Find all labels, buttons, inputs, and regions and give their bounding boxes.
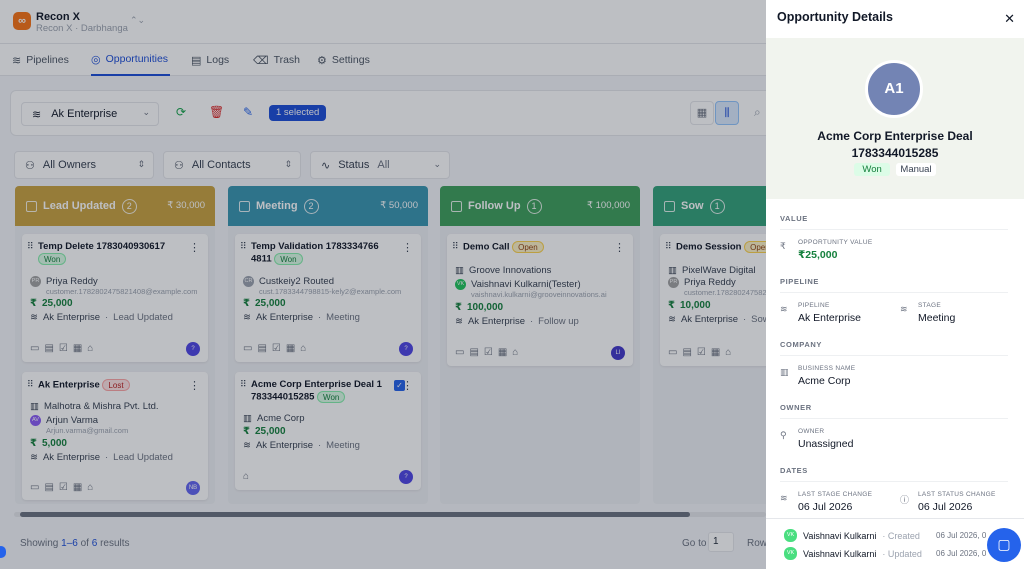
layers-icon: ≋ [900,304,908,314]
activity-action: · Created [882,530,920,541]
panel-title: Opportunity Details [777,10,893,24]
layers-icon: ≋ [780,493,788,503]
section-company: COMPANY [780,340,1008,356]
section-value: VALUE [780,214,1008,230]
close-icon[interactable]: ✕ [1004,11,1015,27]
activity-date: 06 Jul 2026, 0 [936,549,987,558]
activity-avatar: VK [784,547,797,560]
opportunity-tags: Won Manual [766,163,1024,176]
activity-log: VK Vaishnavi Kulkarni · Created 06 Jul 2… [766,518,1024,569]
field-label: OWNER [798,428,825,435]
activity-action: · Updated [882,548,922,559]
field-value: Meeting [918,312,956,324]
field-label: LAST STATUS CHANGE [918,491,996,498]
field-value: Acme Corp [798,375,851,387]
opportunity-name-line1: Acme Corp Enterprise Deal [817,129,973,143]
layers-icon: ≋ [780,304,788,314]
opportunity-details-panel: Opportunity Details ✕ A1 Acme Corp Enter… [766,0,1024,569]
field-label: PIPELINE [798,302,830,309]
opportunity-avatar: A1 [865,60,923,118]
field-value: Ak Enterprise [798,312,862,324]
building-icon: ▥ [780,367,789,377]
field-value: Unassigned [798,438,854,450]
user-icon: ⚲ [780,430,787,440]
chat-icon[interactable]: ▢ [987,528,1021,562]
activity-item: VK Vaishnavi Kulkarni · Created [784,529,920,542]
activity-date: 06 Jul 2026, 0 [936,531,987,540]
modal-backdrop[interactable] [0,0,766,569]
app-shell: ∞ Recon X Recon X · Darbhanga ⌃⌄ ≋ Pipel… [0,0,1024,569]
rupee-icon: ₹ [780,241,786,251]
opportunity-summary: A1 Acme Corp Enterprise Deal 17833440152… [766,38,1024,199]
field-label: STAGE [918,302,942,309]
section-dates: DATES [780,466,1008,482]
activity-user: Vaishnavi Kulkarni [803,530,877,541]
field-label: BUSINESS NAME [798,365,856,372]
activity-avatar: VK [784,529,797,542]
section-pipeline: PIPELINE [780,277,1008,293]
opportunity-name-line2: 1783344015285 [851,146,939,160]
source-badge: Manual [896,163,936,176]
field-value: 06 Jul 2026 [798,501,853,513]
info-icon: ⓘ [900,495,910,505]
status-badge: Won [854,163,890,176]
field-label: LAST STAGE CHANGE [798,491,873,498]
activity-user: Vaishnavi Kulkarni [803,548,877,559]
section-owner: OWNER [780,403,1008,419]
field-value: ₹25,000 [798,249,838,261]
activity-item: VK Vaishnavi Kulkarni · Updated [784,547,922,560]
opportunity-name: Acme Corp Enterprise Deal 1783344015285 [766,128,1024,162]
field-label: OPPORTUNITY VALUE [798,239,873,246]
field-value: 06 Jul 2026 [918,501,973,513]
